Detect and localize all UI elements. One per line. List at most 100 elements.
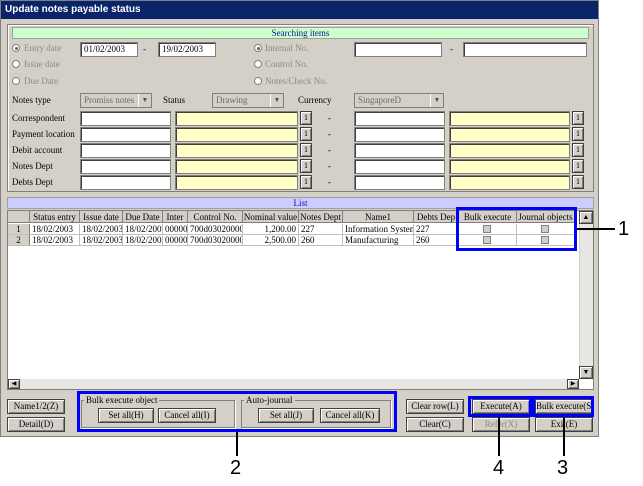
due-date-radio[interactable] xyxy=(12,77,20,85)
debts-dept-to-lookup-button[interactable]: 1 xyxy=(572,175,584,189)
payment-location-from-code[interactable] xyxy=(80,127,171,142)
vertical-scrollbar[interactable] xyxy=(579,211,593,379)
correspondent-from-code[interactable] xyxy=(80,111,171,126)
internal-no-radio[interactable] xyxy=(254,44,262,52)
cell-debts-dept: 260 xyxy=(414,235,459,246)
control-no-radio[interactable] xyxy=(254,60,262,68)
debts-dept-from-lookup-button[interactable]: 1 xyxy=(300,175,312,189)
debit-account-from-code[interactable] xyxy=(80,143,171,158)
col-status-entry[interactable]: Status entry xyxy=(30,211,80,223)
clear-row-button[interactable]: Clear row(L) xyxy=(406,399,464,414)
correspondent-from-lookup-button[interactable]: 1 xyxy=(300,111,312,125)
notes-dept-from-lookup-button[interactable]: 1 xyxy=(300,159,312,173)
row-header-corner xyxy=(8,211,30,223)
payment-location-from-lookup-button[interactable]: 1 xyxy=(300,127,312,141)
debts-dept-from-code[interactable] xyxy=(80,175,171,190)
chevron-down-icon: ▼ xyxy=(270,94,283,107)
cell-due-date: 18/02/2003 xyxy=(123,235,163,246)
cell-internal: 00000( xyxy=(163,224,188,235)
entry-date-label: Entry date xyxy=(24,43,62,53)
cell-debts-dept: 227 xyxy=(414,224,459,235)
currency-select[interactable]: SingaporeD ▼ xyxy=(354,93,444,108)
currency-value: SingaporeD xyxy=(358,95,401,105)
notes-dept-to-lookup-button[interactable]: 1 xyxy=(572,159,584,173)
debit-account-to-code[interactable] xyxy=(354,143,445,158)
col-control-no[interactable]: Control No. xyxy=(188,211,243,223)
date-range-sep: - xyxy=(143,44,146,54)
date-from-input[interactable]: 01/02/2003 xyxy=(80,42,138,57)
col-issue-date[interactable]: Issue date xyxy=(80,211,123,223)
col-debts-dept[interactable]: Debts Dep xyxy=(414,211,459,223)
debit-account-from-lookup-button[interactable]: 1 xyxy=(300,143,312,157)
payment-location-sep: - xyxy=(328,129,331,139)
scroll-right-icon[interactable]: ▶ xyxy=(567,379,579,389)
cell-control-no: 700d030200001 xyxy=(188,224,243,235)
row-number[interactable]: 2 xyxy=(8,235,30,246)
currency-label: Currency xyxy=(298,95,332,105)
refer-button[interactable]: Refer(X) xyxy=(472,417,530,432)
detail-button[interactable]: Detail(D) xyxy=(7,417,65,432)
debts-dept-label: Debts Dept xyxy=(12,177,53,187)
search-header: Searching items xyxy=(12,27,589,39)
payment-location-from-name xyxy=(175,127,298,142)
col-name1[interactable]: Name1 xyxy=(343,211,414,223)
col-due-date[interactable]: Due Date xyxy=(123,211,163,223)
window-title: Update notes payable status xyxy=(1,1,598,19)
cell-due-date: 18/02/2003 xyxy=(123,224,163,235)
notes-type-value: Promiss notes xyxy=(84,95,135,105)
status-select[interactable]: Drawing ▼ xyxy=(212,93,284,108)
callout-line-2 xyxy=(236,432,238,456)
cell-control-no: 700d030200002 xyxy=(188,235,243,246)
horizontal-scrollbar[interactable] xyxy=(8,379,579,389)
callout-3: 3 xyxy=(557,457,569,479)
correspondent-sep: - xyxy=(328,113,331,123)
scroll-down-icon[interactable]: ▼ xyxy=(579,366,593,379)
debit-account-to-name xyxy=(449,143,570,158)
notes-dept-sep: - xyxy=(328,161,331,171)
cell-status-entry: 18/02/2003 xyxy=(30,224,80,235)
name12-button[interactable]: Name1/2(Z) xyxy=(7,399,65,414)
debts-dept-to-code[interactable] xyxy=(354,175,445,190)
highlight-box-3 xyxy=(532,396,594,417)
cell-nominal-value: 2,500.00 xyxy=(243,235,299,246)
due-date-label: Due Date xyxy=(24,76,59,86)
correspondent-to-code[interactable] xyxy=(354,111,445,126)
debit-account-to-lookup-button[interactable]: 1 xyxy=(572,143,584,157)
cell-nominal-value: 1,200.00 xyxy=(243,224,299,235)
highlight-box-1 xyxy=(456,207,577,251)
notes-type-label: Notes type xyxy=(12,95,51,105)
debit-account-from-name xyxy=(175,143,298,158)
notes-dept-from-code[interactable] xyxy=(80,159,171,174)
cell-status-entry: 18/02/2003 xyxy=(30,235,80,246)
scroll-left-icon[interactable]: ◀ xyxy=(8,379,20,389)
scroll-up-icon[interactable]: ▲ xyxy=(579,211,593,224)
payment-location-to-lookup-button[interactable]: 1 xyxy=(572,127,584,141)
no-from-input[interactable] xyxy=(354,42,442,57)
col-nominal-value[interactable]: Nominal value xyxy=(243,211,299,223)
correspondent-to-lookup-button[interactable]: 1 xyxy=(572,111,584,125)
notes-dept-to-code[interactable] xyxy=(354,159,445,174)
issue-date-radio[interactable] xyxy=(12,60,20,68)
col-internal[interactable]: Inter xyxy=(163,211,188,223)
cell-notes-dept: 260 xyxy=(299,235,343,246)
callout-2: 2 xyxy=(230,457,242,479)
callout-1: 1 xyxy=(618,218,630,240)
notes-type-select[interactable]: Promiss notes ▼ xyxy=(80,93,152,108)
row-number[interactable]: 1 xyxy=(8,224,30,235)
notes-check-no-radio[interactable] xyxy=(254,77,262,85)
payment-location-to-code[interactable] xyxy=(354,127,445,142)
callout-line-3 xyxy=(563,417,565,456)
date-to-input[interactable]: 19/02/2003 xyxy=(158,42,216,57)
debts-dept-sep: - xyxy=(328,177,331,187)
no-to-input[interactable] xyxy=(463,42,587,57)
col-notes-dept[interactable]: Notes Dept xyxy=(299,211,343,223)
debit-account-sep: - xyxy=(328,145,331,155)
debit-account-label: Debit account xyxy=(12,145,63,155)
entry-date-radio[interactable] xyxy=(12,44,20,52)
clear-button[interactable]: Clear(C) xyxy=(406,417,464,432)
chevron-down-icon: ▼ xyxy=(138,94,151,107)
correspondent-to-name xyxy=(449,111,570,126)
debts-dept-to-name xyxy=(449,175,570,190)
status-label: Status xyxy=(163,95,186,105)
callout-line-4 xyxy=(498,417,500,456)
